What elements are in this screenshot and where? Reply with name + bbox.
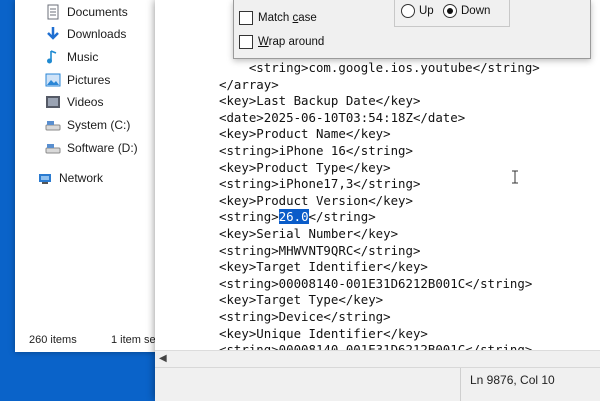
sidebar-item[interactable]: Music [45,47,98,67]
text-line: <string>MHWVNT9QRC</string> [219,242,421,258]
direction-up-radio[interactable]: Up [401,4,434,18]
sidebar-item[interactable]: Software (D:) [45,138,138,158]
sidebar-item-label: Pictures [67,73,111,87]
radio-circle-selected[interactable] [443,4,457,18]
text-line: <key>Last Backup Date</key> [219,93,421,109]
find-dialog: Match case Wrap around Up Down [233,0,591,59]
text-line: <string>00008140-001E31D6212B001C</strin… [219,275,533,291]
sidebar-item-label: Music [67,50,99,64]
notepad-status-bar: Ln 9876, Col 10 [155,367,600,401]
horizontal-scrollbar[interactable]: ◀ [155,350,600,367]
text-line: <key>Product Type</key> [219,159,391,175]
direction-group: Up Down [394,0,510,27]
sidebar-item-label: Documents [67,5,128,19]
direction-up-label: Up [419,5,434,17]
sidebar-item[interactable]: Network [37,168,103,188]
radio-circle[interactable] [401,4,415,18]
videos-icon [45,94,61,110]
text-line: <string>com.google.ios.youtube</string> [219,60,540,75]
sidebar-item-label: Videos [67,95,104,109]
checkbox-box[interactable] [239,11,253,25]
sidebar-item-label: Downloads [67,27,127,41]
direction-down-label: Down [461,5,491,17]
text-line: <string>iPhone 16</string> [219,143,413,158]
downloads-icon [45,26,61,42]
sidebar-item[interactable]: System (C:) [45,115,130,135]
text-line: <key>Serial Number</key> [219,226,399,241]
sidebar-item[interactable]: Pictures [45,70,110,90]
match-case-checkbox[interactable]: Match case [239,11,317,25]
wrap-around-label: Wrap around [258,36,325,48]
text-line: <key>Target Identifier</key> [219,259,428,275]
item-count: 260 items [29,334,77,346]
explorer-status-bar: 260 items 1 item selec [29,334,170,346]
sidebar-item[interactable]: Videos [45,92,103,112]
text-line: <string>Device</string> [219,309,391,324]
sidebar-item-label: Software (D:) [67,141,138,155]
text-line: <key>Target Type</key> [219,292,384,308]
cursor-position: Ln 9876, Col 10 [470,373,555,387]
network-icon [37,170,53,186]
status-separator [460,368,461,401]
pictures-icon [45,72,61,88]
sidebar-item-label: System (C:) [67,118,131,132]
documents-icon [45,4,61,20]
text-line: </array> [219,76,279,92]
text-line: <string>26.0</string> [219,209,376,225]
text-line: <key>Product Version</key> [219,192,413,208]
text-cursor-icon [512,170,518,184]
notepad-window: <string>com.google.ios.youtube</string> <… [155,0,600,401]
text-line: <date>2025-06-10T03:54:18Z</date> [219,109,466,125]
checkbox-box[interactable] [239,35,253,49]
sidebar-item[interactable]: Documents [45,2,128,22]
text-line: <key>Unique Identifier</key> [219,325,428,341]
sidebar-item-label: Network [59,171,104,185]
text-line: <string>00008140-001E31D6212B001C</strin… [219,342,533,350]
text-line: <string>iPhone17,3</string> [219,176,421,192]
scroll-left-icon[interactable]: ◀ [159,353,167,364]
wrap-around-checkbox[interactable]: Wrap around [239,35,324,49]
text-line: <key>Product Name</key> [219,126,391,142]
drive-icon [45,140,61,156]
sidebar-item[interactable]: Downloads [45,24,126,44]
direction-down-radio[interactable]: Down [443,4,490,18]
match-case-label: Match case [258,12,317,24]
selected-text[interactable]: 26.0 [278,209,309,225]
music-icon [45,49,61,65]
drive-icon [45,117,61,133]
